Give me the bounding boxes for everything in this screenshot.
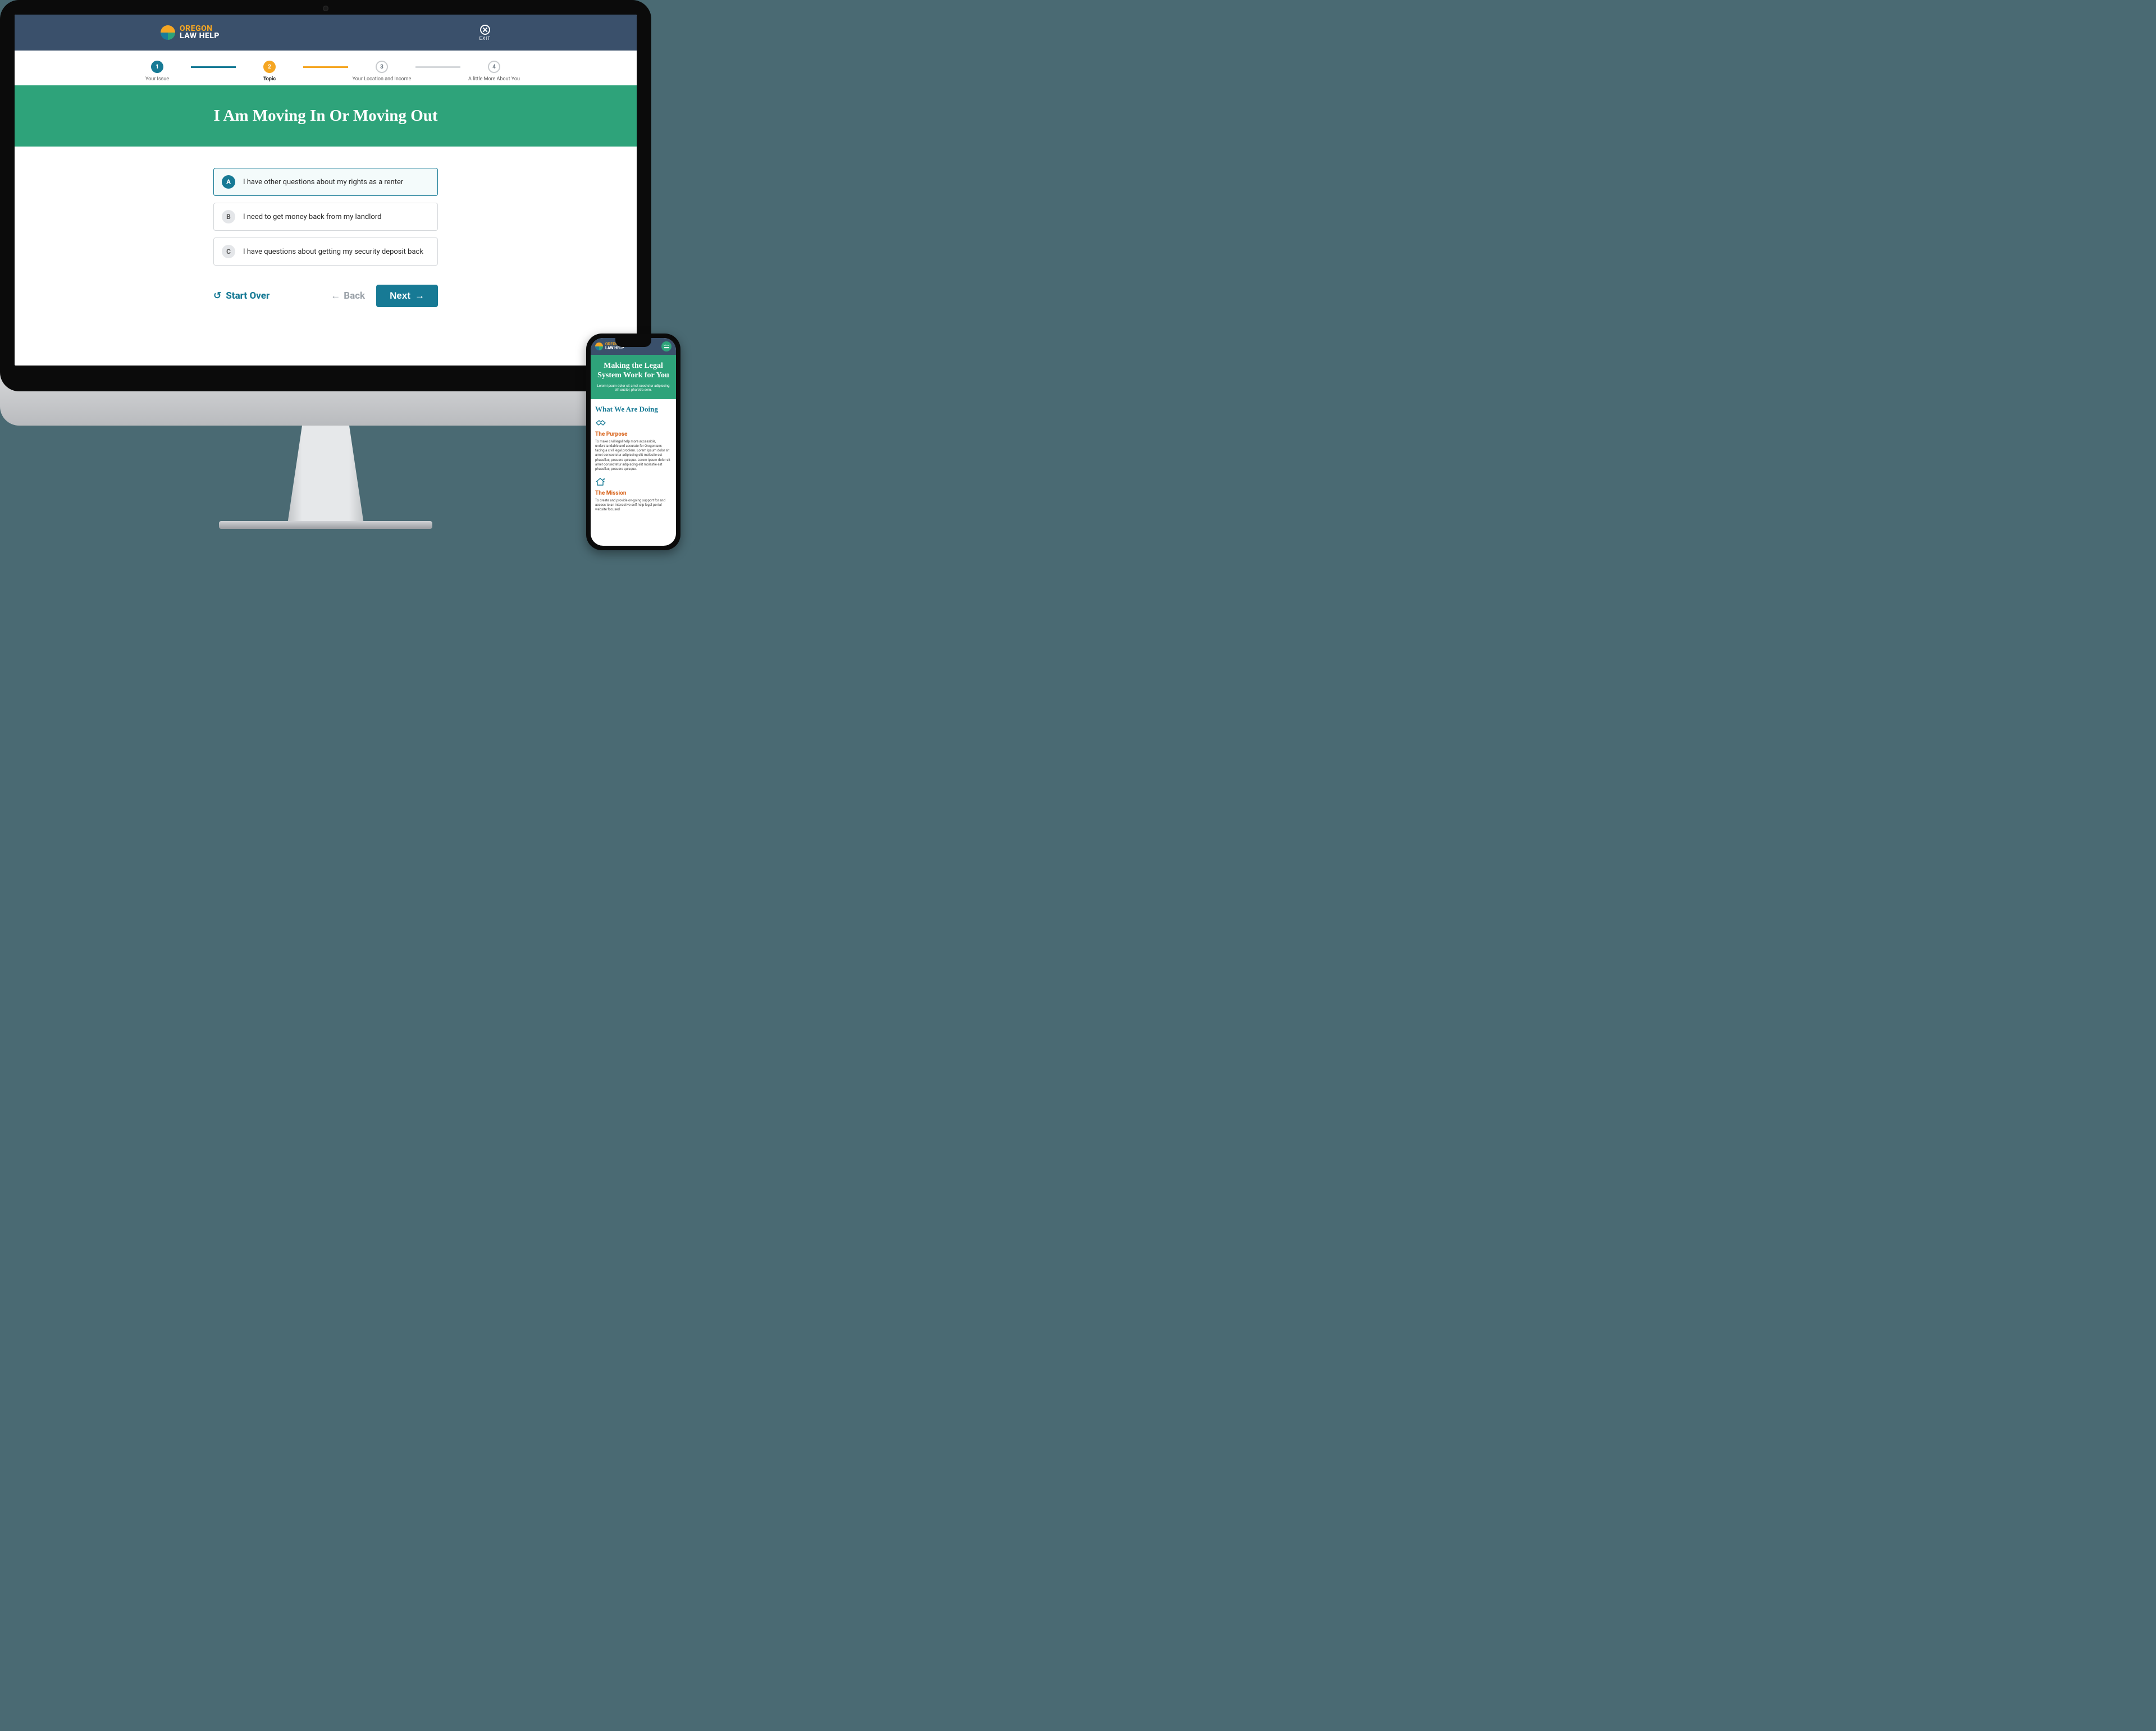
back-button[interactable]: ← Back [331,290,365,302]
house-icon [595,477,672,488]
handshake-icon [595,418,672,429]
option-c[interactable]: C I have questions about getting my secu… [213,238,438,266]
step-number: 4 [488,61,500,73]
mobile-hero: Making the Legal System Work for You Lor… [591,355,676,399]
next-label: Next [390,290,410,302]
step-connector [415,66,460,68]
option-letter: A [222,175,235,189]
start-over-label: Start Over [226,290,270,302]
step-4[interactable]: 4 A little More About You [460,61,528,82]
back-label: Back [344,290,365,302]
desktop-viewport: OREGON LAW HELP EXIT 1 Your Issue [15,15,637,366]
step-2[interactable]: 2 Topic [236,61,303,82]
step-label: A little More About You [468,76,520,82]
menu-label: Menu [664,344,669,346]
arrow-right-icon: → [415,290,424,302]
iphone-device: OREGON LAW HELP Menu Making the Legal Sy… [586,334,680,550]
logo-mark-icon [161,25,175,40]
hamburger-icon [664,347,669,348]
option-text: I need to get money back from my landlor… [243,213,381,221]
mobile-viewport: OREGON LAW HELP Menu Making the Legal Sy… [591,338,676,546]
block-body: To make civil legal help more accessible… [595,440,672,472]
step-label: Your Issue [145,76,169,82]
logo-line2: LAW HELP [180,33,220,40]
start-over-button[interactable]: ↺ Start Over [213,290,270,302]
page-title: I Am Moving In Or Moving Out [15,85,637,147]
next-button[interactable]: Next → [376,285,438,307]
option-text: I have questions about getting my securi… [243,248,423,256]
step-1[interactable]: 1 Your Issue [124,61,191,82]
logo-text: OREGON LAW HELP [180,25,220,40]
step-label: Your Location and Income [353,76,412,82]
close-icon [480,25,490,35]
block-title: The Purpose [595,431,672,437]
option-a[interactable]: A I have other questions about my rights… [213,168,438,196]
actions-row: ↺ Start Over ← Back Next → [213,285,438,307]
step-connector [191,66,236,68]
step-label: Topic [263,76,276,82]
option-letter: C [222,245,235,258]
step-number: 1 [151,61,163,73]
step-number: 3 [376,61,388,73]
option-letter: B [222,210,235,223]
step-connector [303,66,348,68]
brand-logo[interactable]: OREGON LAW HELP [161,25,220,40]
option-b[interactable]: B I need to get money back from my landl… [213,203,438,231]
imac-foot [219,521,432,529]
block-body: To create and provide on-going support f… [595,499,672,512]
options-list: A I have other questions about my rights… [213,168,438,266]
section-heading: What We Are Doing [595,405,672,414]
iphone-notch [615,338,651,347]
logo-mark-icon [595,342,603,350]
mobile-hero-title: Making the Legal System Work for You [596,362,670,381]
step-number: 2 [263,61,276,73]
step-3[interactable]: 3 Your Location and Income [348,61,415,82]
stepper: 1 Your Issue 2 Topic 3 Your Location and… [15,51,637,85]
imac-device: OREGON LAW HELP EXIT 1 Your Issue [0,0,651,529]
imac-stand [267,426,385,521]
option-text: I have other questions about my rights a… [243,178,403,186]
mobile-body: What We Are Doing The Purpose To make ci… [591,399,676,523]
imac-bezel: OREGON LAW HELP EXIT 1 Your Issue [0,0,651,391]
exit-button[interactable]: EXIT [479,25,491,41]
arrow-left-icon: ← [331,290,340,302]
undo-icon: ↺ [213,290,221,302]
block-title: The Mission [595,490,672,496]
topbar: OREGON LAW HELP EXIT [15,15,637,51]
mobile-menu-button[interactable]: Menu [661,341,672,351]
mobile-hero-subtitle: Lorem ipsum dolor sit amet coectetur adi… [596,384,670,393]
imac-camera [323,6,328,11]
exit-label: EXIT [479,36,491,41]
